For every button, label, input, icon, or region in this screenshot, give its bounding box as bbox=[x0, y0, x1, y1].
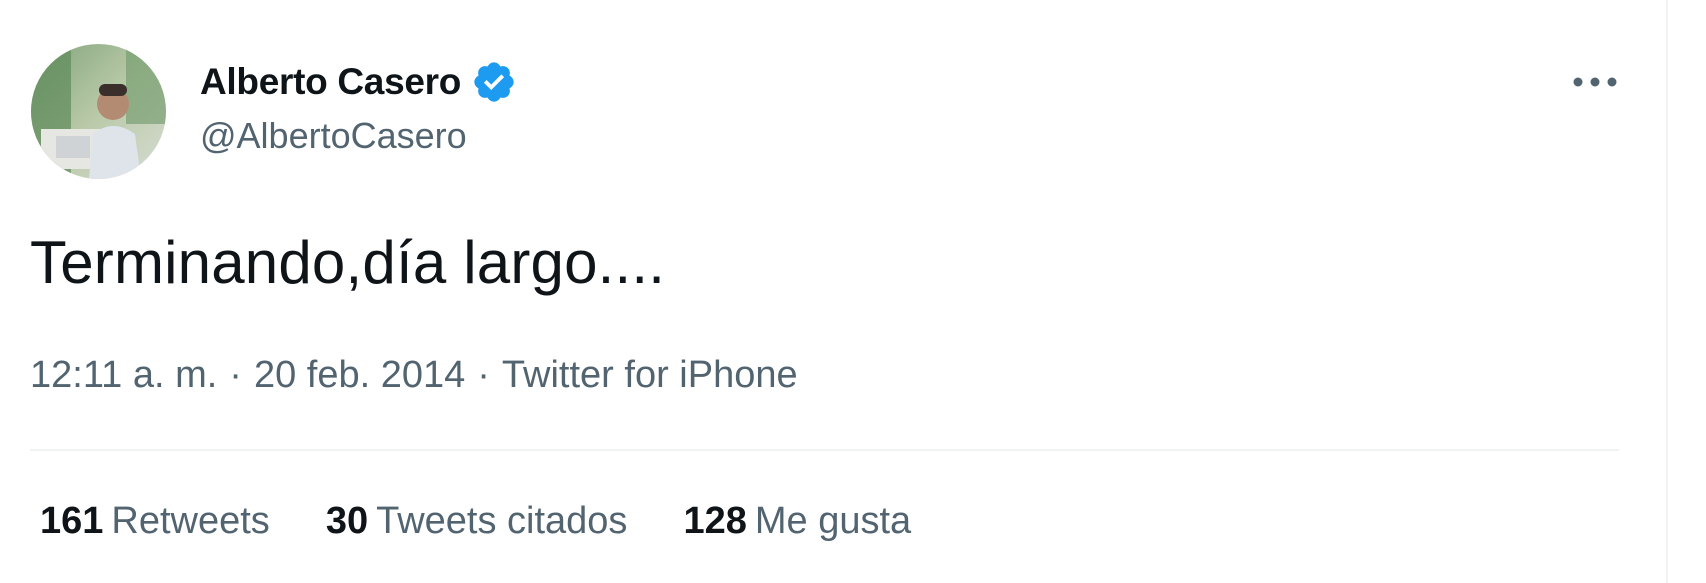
tweet-text: Terminando,día largo.... bbox=[30, 229, 666, 296]
quotes-label: Tweets citados bbox=[376, 500, 628, 542]
likes-stat[interactable]: 128 Me gusta bbox=[683, 500, 911, 543]
likes-label: Me gusta bbox=[754, 500, 912, 542]
name-row: Alberto Casero bbox=[200, 57, 517, 107]
meta-separator: · bbox=[477, 354, 490, 396]
user-handle[interactable]: @AlbertoCasero bbox=[200, 115, 467, 157]
retweets-label: Retweets bbox=[111, 500, 270, 542]
avatar[interactable] bbox=[31, 44, 166, 179]
verified-badge-icon bbox=[471, 59, 517, 105]
quotes-count: 30 bbox=[325, 500, 369, 542]
divider bbox=[30, 449, 1619, 451]
more-dots-icon bbox=[1573, 77, 1617, 87]
tweet-source[interactable]: Twitter for iPhone bbox=[502, 354, 798, 397]
tweet-meta: 12:11 a. m. · 20 feb. 2014 · Twitter for… bbox=[30, 354, 798, 397]
tweet-time[interactable]: 12:11 a. m. bbox=[30, 354, 217, 397]
display-name[interactable]: Alberto Casero bbox=[200, 61, 461, 103]
retweets-count: 161 bbox=[40, 500, 104, 542]
more-options-button[interactable] bbox=[1565, 62, 1625, 102]
quote-tweets-stat[interactable]: 30 Tweets citados bbox=[326, 500, 628, 543]
avatar-photo-icon bbox=[31, 44, 166, 179]
column-border bbox=[1666, 0, 1668, 583]
tweet-date[interactable]: 20 feb. 2014 bbox=[254, 354, 465, 397]
retweets-stat[interactable]: 161 Retweets bbox=[40, 500, 270, 543]
tweet-card: Alberto Casero @AlbertoCasero Terminando… bbox=[0, 0, 1666, 583]
tweet-stats: 161 Retweets 30 Tweets citados 128 Me gusta bbox=[40, 500, 911, 543]
meta-separator: · bbox=[229, 354, 242, 396]
likes-count: 128 bbox=[683, 500, 747, 542]
